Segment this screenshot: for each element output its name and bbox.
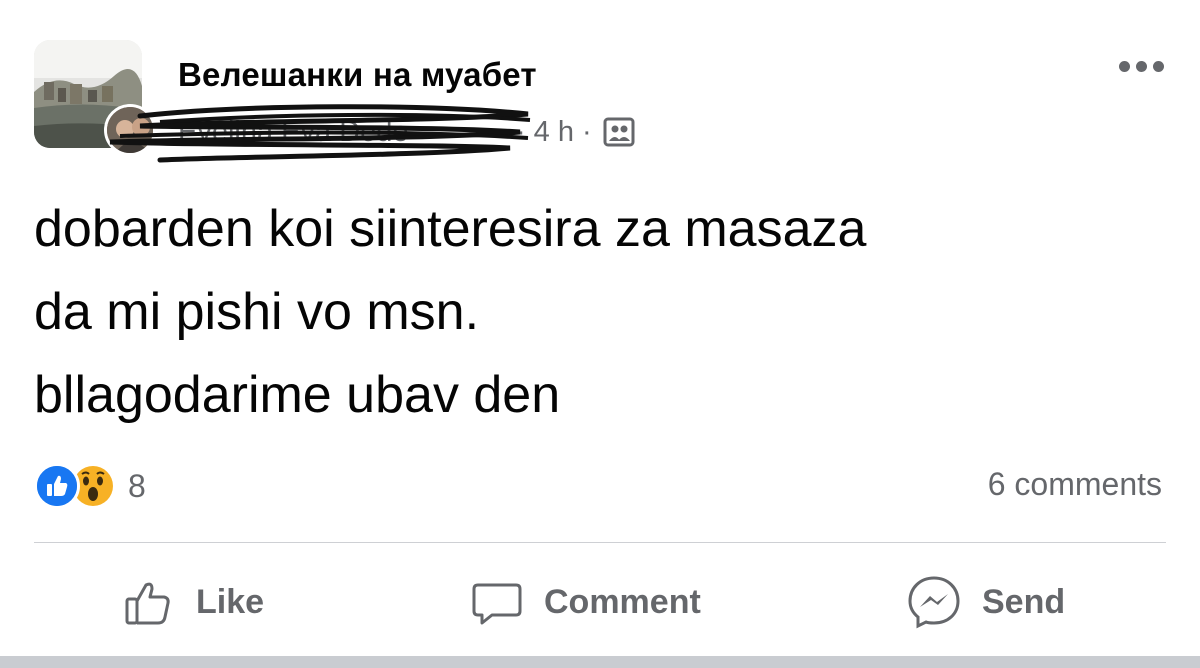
dot-icon: [1152, 60, 1164, 72]
dot-icon: [1118, 60, 1130, 72]
author-name-redacted[interactable]: Evelina Eva Dede: [109, 104, 531, 163]
messenger-icon: [908, 576, 960, 629]
send-label: Send: [982, 582, 1066, 621]
send-button[interactable]: Send: [906, 572, 1065, 632]
reaction-count: 8: [128, 467, 146, 504]
like-button[interactable]: Like: [122, 572, 264, 632]
reactions-summary[interactable]: 8: [34, 462, 146, 510]
group-icon: [602, 116, 636, 148]
post-meta: Evelina Eva Dede · 4 h ·: [109, 104, 636, 163]
thumbs-up-icon: [125, 582, 170, 625]
bottom-separator: [0, 656, 1200, 668]
comment-bubble-icon: [472, 583, 522, 625]
like-label: Like: [196, 582, 265, 621]
like-icon: [34, 463, 80, 509]
redaction-scribble: [109, 104, 531, 163]
divider: [34, 542, 1166, 543]
comment-button[interactable]: Comment: [470, 572, 701, 632]
facebook-post: Велешанки на муабет Evelina Eva Dede · 4…: [0, 0, 1200, 668]
group-name[interactable]: Велешанки на муабет: [178, 56, 537, 94]
comment-label: Comment: [544, 582, 701, 621]
meta-separator: ·: [582, 115, 592, 148]
post-text: dobarden koi siinteresira za masaza da m…: [34, 188, 1134, 437]
comments-count[interactable]: 6 comments: [988, 466, 1162, 503]
more-options-button[interactable]: [1112, 54, 1170, 78]
dot-icon: [1135, 60, 1147, 72]
post-time[interactable]: 4 h: [534, 116, 574, 149]
post-text-line: dobarden koi siinteresira za masaza: [34, 200, 867, 258]
post-text-line: bllagodarime ubav den: [34, 366, 561, 424]
post-text-line: da mi pishi vo msn.: [34, 283, 480, 341]
